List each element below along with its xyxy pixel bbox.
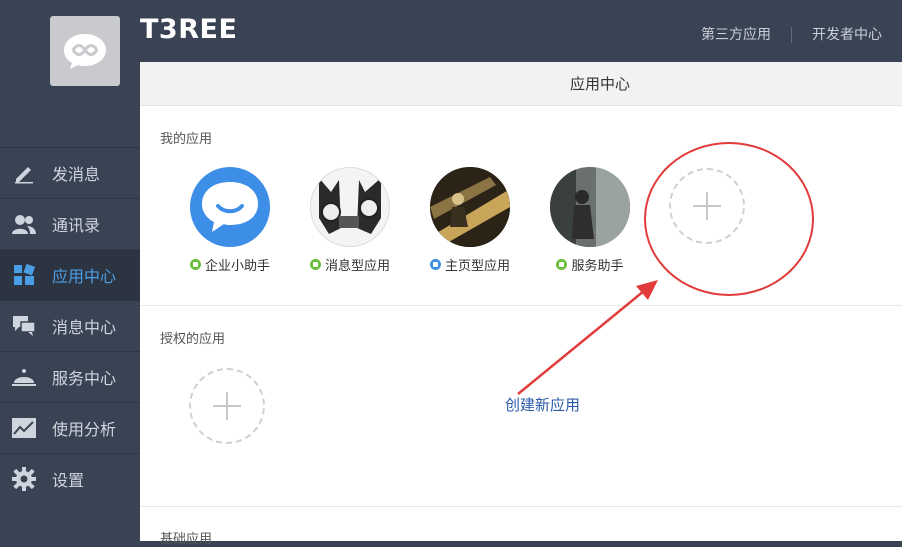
page-title: 应用中心 <box>140 62 902 106</box>
top-links: 第三方应用 开发者中心 <box>701 24 902 44</box>
app-name: 主页型应用 <box>444 259 510 274</box>
homepage-type-app-icon <box>430 167 510 247</box>
app-label: 主页型应用 <box>425 255 515 274</box>
section-divider <box>140 506 902 507</box>
app-name: 消息型应用 <box>324 259 390 274</box>
annotation-create-new-app: 创建新应用 <box>505 396 581 414</box>
sidebar-item-message-center[interactable]: 消息中心 <box>0 300 140 351</box>
contacts-icon <box>12 212 36 236</box>
app-service-assistant[interactable]: 服务助手 <box>545 167 635 274</box>
message-type-badge-icon <box>556 259 568 270</box>
app-title: T3REE <box>140 14 238 45</box>
sidebar-item-usage-analysis[interactable]: 使用分析 <box>0 402 140 453</box>
sidebar-item-app-center[interactable]: 应用中心 <box>0 249 140 300</box>
message-type-app-icon <box>310 167 390 247</box>
sidebar-item-send-message[interactable]: 发消息 <box>0 147 140 198</box>
app-label: 消息型应用 <box>305 255 395 274</box>
app-enterprise-assistant[interactable]: 企业小助手 <box>185 167 275 274</box>
enterprise-assistant-icon <box>190 167 270 247</box>
chart-icon <box>12 416 36 440</box>
annotation-arrow-icon <box>517 280 658 395</box>
gear-icon <box>12 467 36 491</box>
developer-center-link[interactable]: 开发者中心 <box>812 24 902 44</box>
sidebar-item-label: 服务中心 <box>52 369 117 388</box>
app-name: 企业小助手 <box>204 259 270 274</box>
sidebar-nav: 发消息 通讯录 应用中心 消息中心 服务中心 使用分析 设置 <box>0 147 140 504</box>
app-message-type[interactable]: 消息型应用 <box>305 167 395 274</box>
sidebar-item-label: 通讯录 <box>52 216 101 235</box>
my-apps-title: 我的应用 <box>160 132 213 147</box>
company-logo[interactable] <box>50 16 120 86</box>
plus-icon <box>213 392 241 420</box>
sidebar-item-settings[interactable]: 设置 <box>0 453 140 504</box>
homepage-type-badge-icon <box>429 259 441 270</box>
sidebar-item-label: 消息中心 <box>52 318 117 337</box>
link-separator <box>791 27 792 43</box>
bell-icon <box>12 365 36 389</box>
third-party-apps-link[interactable]: 第三方应用 <box>701 24 791 44</box>
top-bar: T3REE 第三方应用 开发者中心 <box>0 0 902 62</box>
message-type-badge-icon <box>309 259 321 270</box>
authorized-apps-title: 授权的应用 <box>160 332 226 347</box>
sidebar-item-contacts[interactable]: 通讯录 <box>0 198 140 249</box>
add-authorized-app-button[interactable] <box>189 368 265 444</box>
sidebar-item-service-center[interactable]: 服务中心 <box>0 351 140 402</box>
basic-apps-title: 基础应用 <box>160 532 213 547</box>
service-assistant-icon <box>550 167 630 247</box>
sidebar-item-label: 设置 <box>52 471 85 490</box>
main-panel: 应用中心 我的应用 企业小助手 消息型应用 主页型应用 服务助手 授权的应用 创… <box>140 62 902 547</box>
sidebar-item-label: 应用中心 <box>52 267 117 286</box>
logo-icon <box>64 34 106 69</box>
chat-icon <box>12 314 36 338</box>
pencil-icon <box>12 161 36 185</box>
app-label: 企业小助手 <box>185 255 275 274</box>
sidebar-item-label: 使用分析 <box>52 420 117 439</box>
apps-icon <box>12 263 36 287</box>
sidebar: 发消息 通讯录 应用中心 消息中心 服务中心 使用分析 设置 <box>0 62 140 541</box>
message-type-badge-icon <box>189 259 201 270</box>
app-homepage-type[interactable]: 主页型应用 <box>425 167 515 274</box>
sidebar-item-label: 发消息 <box>52 165 101 184</box>
